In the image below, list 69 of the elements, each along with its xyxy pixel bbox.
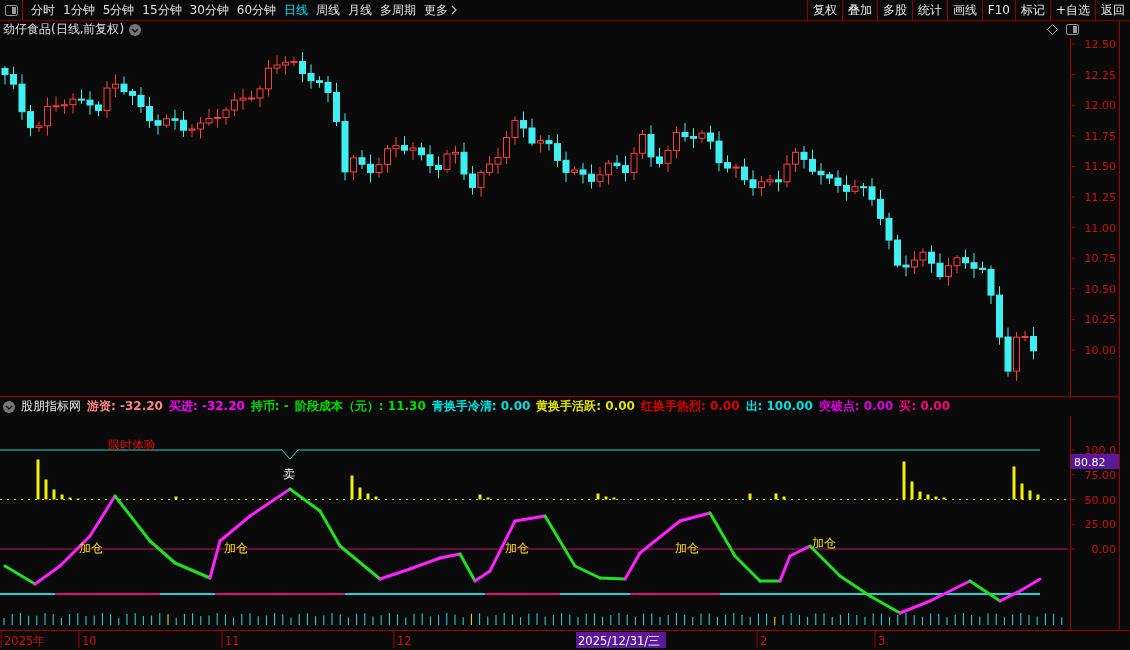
- diamond-icon[interactable]: [1047, 24, 1058, 35]
- legend-item: 持币: -: [250, 398, 289, 415]
- indicator-name: 股朋指标网: [21, 398, 81, 415]
- more-menu[interactable]: 更多: [420, 0, 462, 20]
- period-tab[interactable]: 日线: [280, 0, 313, 20]
- price-axis-label: 10.25: [1084, 313, 1116, 327]
- add-position-label: 加仓: [812, 536, 836, 550]
- legend-item: 突破点: 0.00: [818, 398, 894, 415]
- legend-item: 买: 0.00: [899, 398, 950, 415]
- date-label: 10: [82, 634, 97, 648]
- date-label: 2: [760, 634, 768, 648]
- period-tab[interactable]: 多周期: [376, 0, 421, 20]
- legend-item: 红换手热烈: 0.00: [640, 398, 740, 415]
- add-position-label: 加仓: [505, 541, 529, 555]
- legend-item: 游资: -32.20: [87, 398, 163, 415]
- chevron-down-icon[interactable]: [3, 400, 15, 413]
- period-tab[interactable]: 周线: [312, 0, 345, 20]
- period-tab[interactable]: 月线: [344, 0, 377, 20]
- chevron-down-icon[interactable]: [129, 23, 142, 36]
- panel-toggle-icon[interactable]: [1066, 24, 1079, 35]
- legend-item: 买进: -32.20: [168, 398, 245, 415]
- price-axis-label: 11.25: [1084, 191, 1116, 204]
- indicator-axis-label: 50.00: [1084, 493, 1116, 507]
- price-axis-label: 10.00: [1084, 344, 1116, 357]
- legend-item: 黄换手活跃: 0.00: [536, 398, 635, 415]
- period-tab[interactable]: 15分钟: [138, 0, 186, 20]
- price-axis-label: 10.50: [1084, 282, 1116, 296]
- price-axis-label: 12.50: [1084, 38, 1116, 51]
- price-axis-label: 12.25: [1084, 68, 1116, 82]
- toolbar-button[interactable]: 叠加: [841, 0, 877, 20]
- legend-item: 出: 100.00: [745, 398, 813, 415]
- toolbar-button[interactable]: F10: [981, 0, 1015, 20]
- sell-signal-label: 卖: [283, 467, 295, 481]
- legend-item: 阶段成本（元）: 11.30: [294, 398, 426, 415]
- toolbar-button[interactable]: 复权: [806, 0, 842, 20]
- panel-toggle-icon[interactable]: [4, 4, 18, 16]
- price-axis-label: 12.00: [1084, 99, 1116, 113]
- add-position-label: 加仓: [79, 541, 103, 555]
- toolbar-button[interactable]: 统计: [911, 0, 947, 20]
- period-tab[interactable]: 30分钟: [185, 0, 233, 20]
- promo-label: 限时体验: [108, 438, 156, 452]
- legend-item: 青换手冷清: 0.00: [431, 398, 531, 415]
- price-axis-label: 11.75: [1084, 129, 1116, 143]
- chart-title: 劲仔食品(日线,前复权): [3, 21, 125, 38]
- period-tab[interactable]: 5分钟: [98, 0, 139, 20]
- chevron-right-icon: [451, 5, 458, 15]
- add-position-label: 加仓: [675, 541, 699, 555]
- date-label: 2025/12/31/三: [578, 634, 661, 648]
- toolbar-button[interactable]: 标记: [1014, 0, 1050, 20]
- indicator-axis-label: 100.0: [1084, 444, 1116, 457]
- period-tab[interactable]: 1分钟: [59, 0, 99, 20]
- price-axis-label: 10.75: [1084, 252, 1116, 266]
- toolbar-button[interactable]: 画线: [946, 0, 982, 20]
- date-label: 3: [878, 634, 886, 648]
- value-badge: 80.82: [1071, 454, 1119, 469]
- toolbar-button[interactable]: +自选: [1049, 0, 1095, 20]
- indicator-axis-label: 75.00: [1084, 468, 1116, 482]
- toolbar-button[interactable]: 多股: [876, 0, 912, 20]
- price-axis-label: 11.00: [1084, 221, 1116, 235]
- indicator-axis-label: 0.00: [1091, 543, 1116, 556]
- indicator-axis-label: 25.00: [1084, 518, 1116, 532]
- period-tab[interactable]: 60分钟: [232, 0, 281, 20]
- price-axis-label: 11.50: [1084, 160, 1116, 174]
- date-label: 12: [397, 634, 412, 648]
- date-label: 2025年: [4, 634, 46, 648]
- period-tab[interactable]: 分时: [27, 0, 59, 20]
- date-label: 11: [225, 634, 240, 648]
- toolbar-button[interactable]: 返回: [1095, 0, 1130, 20]
- add-position-label: 加仓: [224, 541, 248, 555]
